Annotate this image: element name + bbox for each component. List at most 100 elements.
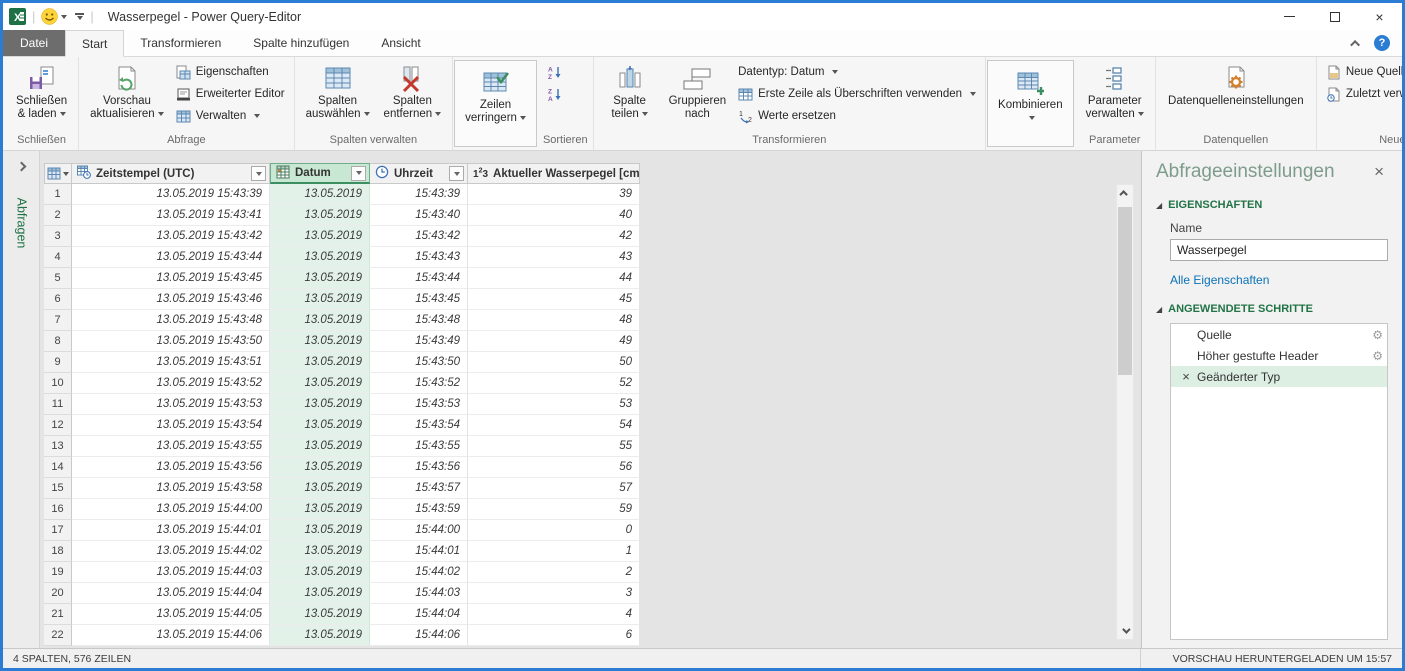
table-cell[interactable]: 15:43:48 [370,310,468,331]
table-cell[interactable]: 0 [468,520,640,541]
query-name-input[interactable] [1170,239,1388,261]
row-number[interactable]: 17 [44,520,72,541]
table-cell[interactable]: 15:43:54 [370,415,468,436]
table-cell[interactable]: 52 [468,373,640,394]
expand-queries-pane-icon[interactable] [16,162,26,172]
tab-transformieren[interactable]: Transformieren [124,30,237,56]
recent-sources-button[interactable]: Zuletzt verwendete Quellen [1322,83,1405,105]
row-number[interactable]: 1 [44,184,72,205]
applied-steps-section-header[interactable]: ◢ ANGEWENDETE SCHRITTE [1156,303,1388,315]
manage-parameters-button[interactable]: Parameter verwalten [1080,59,1150,121]
table-cell[interactable]: 15:43:56 [370,457,468,478]
use-first-row-as-headers-button[interactable]: Erste Zeile als Überschriften verwenden [734,83,980,105]
table-cell[interactable]: 13.05.2019 15:43:41 [72,205,270,226]
table-cell[interactable]: 15:43:40 [370,205,468,226]
table-cell[interactable]: 13.05.2019 [270,415,370,436]
table-cell[interactable]: 13.05.2019 [270,373,370,394]
column-header-datum[interactable]: Datum [270,163,370,184]
table-cell[interactable]: 13.05.2019 [270,310,370,331]
row-number[interactable]: 12 [44,415,72,436]
table-cell[interactable]: 15:44:06 [370,625,468,646]
vertical-scrollbar[interactable] [1116,184,1134,640]
filter-dropdown-button[interactable] [251,166,266,181]
table-cell[interactable]: 13.05.2019 15:44:04 [72,583,270,604]
table-cell[interactable]: 13.05.2019 [270,541,370,562]
table-cell[interactable]: 15:43:42 [370,226,468,247]
table-cell[interactable]: 53 [468,394,640,415]
table-cell[interactable]: 15:44:02 [370,562,468,583]
row-number[interactable]: 13 [44,436,72,457]
table-cell[interactable]: 13.05.2019 [270,394,370,415]
row-number[interactable]: 2 [44,205,72,226]
column-header-uhrzeit[interactable]: Uhrzeit [370,163,468,184]
table-cell[interactable]: 13.05.2019 [270,352,370,373]
manage-button[interactable]: Verwalten [172,105,289,127]
row-number[interactable]: 21 [44,604,72,625]
step-settings-gear-icon[interactable]: ⚙ [1372,349,1383,363]
row-number[interactable]: 10 [44,373,72,394]
scroll-down-button[interactable] [1117,623,1133,639]
table-cell[interactable]: 13.05.2019 [270,499,370,520]
minimize-button[interactable] [1267,3,1312,30]
table-cell[interactable]: 15:43:39 [370,184,468,205]
table-cell[interactable]: 6 [468,625,640,646]
table-cell[interactable]: 13.05.2019 15:44:00 [72,499,270,520]
table-cell[interactable]: 15:43:59 [370,499,468,520]
row-number[interactable]: 14 [44,457,72,478]
customize-quick-access-toolbar-icon[interactable] [75,13,84,20]
reduce-rows-button[interactable]: Zeilen verringern [459,63,532,125]
table-cell[interactable]: 3 [468,583,640,604]
refresh-preview-button[interactable]: Vorschau aktualisieren [84,59,170,121]
all-properties-link[interactable]: Alle Eigenschaften [1170,273,1388,287]
table-cell[interactable]: 13.05.2019 15:44:06 [72,625,270,646]
table-cell[interactable]: 13.05.2019 [270,625,370,646]
table-cell[interactable]: 15:44:01 [370,541,468,562]
tab-start[interactable]: Start [65,30,124,57]
table-cell[interactable]: 13.05.2019 [270,247,370,268]
filter-dropdown-button[interactable] [351,166,366,181]
table-cell[interactable]: 13.05.2019 [270,583,370,604]
table-cell[interactable]: 15:43:50 [370,352,468,373]
table-cell[interactable]: 13.05.2019 [270,520,370,541]
table-cell[interactable]: 13.05.2019 [270,184,370,205]
table-cell[interactable]: 15:44:04 [370,604,468,625]
table-cell[interactable]: 15:43:53 [370,394,468,415]
table-cell[interactable]: 55 [468,436,640,457]
replace-values-button[interactable]: 12 Werte ersetzen [734,105,980,127]
close-and-load-button[interactable]: Schließen & laden [10,59,73,121]
table-cell[interactable]: 56 [468,457,640,478]
advanced-editor-button[interactable]: Erweiterter Editor [172,83,289,105]
table-cell[interactable]: 13.05.2019 [270,289,370,310]
row-number[interactable]: 18 [44,541,72,562]
data-source-settings-button[interactable]: Datenquelleneinstellungen [1161,59,1311,108]
table-cell[interactable]: 13.05.2019 15:43:44 [72,247,270,268]
table-cell[interactable]: 13.05.2019 15:43:58 [72,478,270,499]
table-cell[interactable]: 13.05.2019 15:43:51 [72,352,270,373]
table-cell[interactable]: 13.05.2019 15:43:46 [72,289,270,310]
applied-step[interactable]: Höher gestufte Header⚙ [1171,345,1387,366]
table-cell[interactable]: 13.05.2019 15:43:42 [72,226,270,247]
choose-columns-button[interactable]: Spalten auswählen [300,59,376,121]
table-cell[interactable]: 13.05.2019 [270,436,370,457]
table-cell[interactable]: 13.05.2019 15:43:45 [72,268,270,289]
table-cell[interactable]: 2 [468,562,640,583]
table-cell[interactable]: 42 [468,226,640,247]
table-cell[interactable]: 15:43:55 [370,436,468,457]
table-cell[interactable]: 57 [468,478,640,499]
tab-spalte-hinzufuegen[interactable]: Spalte hinzufügen [237,30,365,56]
tab-ansicht[interactable]: Ansicht [365,30,436,56]
step-settings-gear-icon[interactable]: ⚙ [1372,328,1383,342]
row-number[interactable]: 19 [44,562,72,583]
table-cell[interactable]: 13.05.2019 15:43:56 [72,457,270,478]
combine-button[interactable]: Kombinieren [992,63,1069,125]
table-cell[interactable]: 44 [468,268,640,289]
column-header-zeitstempel-utc-[interactable]: Zeitstempel (UTC) [72,163,270,184]
maximize-button[interactable] [1312,3,1357,30]
table-cell[interactable]: 1 [468,541,640,562]
table-cell[interactable]: 13.05.2019 15:43:53 [72,394,270,415]
split-column-button[interactable]: Spalte teilen [599,59,661,121]
panel-close-icon[interactable]: × [1370,162,1388,182]
table-cell[interactable]: 13.05.2019 [270,226,370,247]
table-cell[interactable]: 13.05.2019 15:43:48 [72,310,270,331]
queries-pane-collapsed[interactable]: Abfragen [3,151,40,648]
